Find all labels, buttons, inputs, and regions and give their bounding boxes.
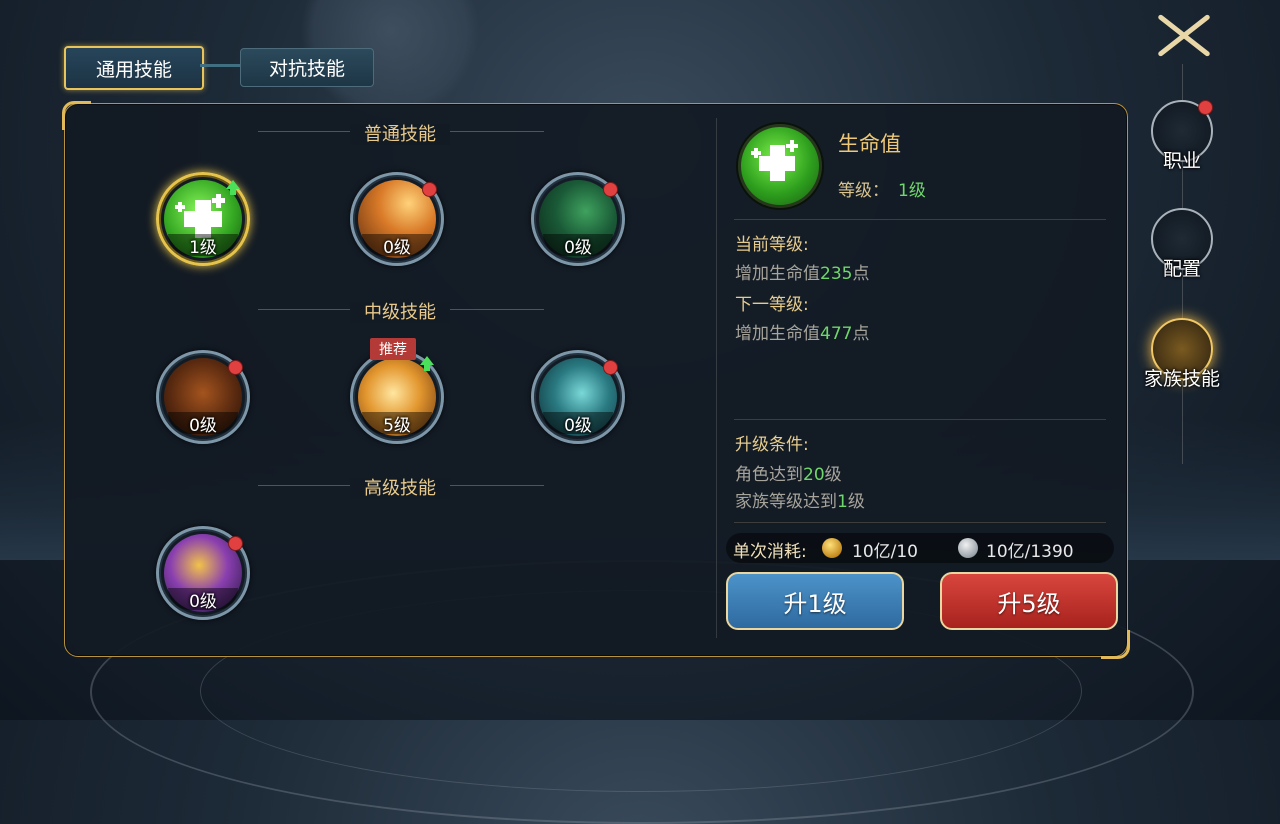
recommended-tag: 推荐 bbox=[370, 338, 416, 360]
current-level-effect: 增加生命值235点 bbox=[735, 264, 870, 284]
tab-connector bbox=[200, 64, 242, 67]
condition-role-level: 角色达到20级 bbox=[735, 465, 842, 485]
upgrade-arrow-icon bbox=[226, 180, 240, 195]
section-title-high: 高级技能 bbox=[250, 474, 550, 500]
detail-divider bbox=[734, 522, 1106, 523]
current-level-label: 当前等级: bbox=[735, 235, 809, 255]
skill-life-value[interactable]: 1级 bbox=[156, 172, 250, 266]
upgrade-condition-label: 升级条件: bbox=[735, 435, 809, 455]
skill-level: 5级 bbox=[383, 416, 411, 436]
next-level-effect: 增加生命值477点 bbox=[735, 324, 870, 344]
side-item-family-skills[interactable]: 家族技能 bbox=[1144, 318, 1220, 407]
skill-level: 1级 bbox=[189, 238, 217, 258]
upgrade-5-button[interactable]: 升5级 bbox=[940, 572, 1118, 630]
side-item-config[interactable]: 配置 bbox=[1150, 208, 1214, 297]
tab-pvp-skills[interactable]: 对抗技能 bbox=[240, 48, 374, 87]
gold-medal-icon bbox=[822, 538, 842, 558]
silver-coin-icon bbox=[958, 538, 978, 558]
skill-body[interactable]: 0级 bbox=[156, 350, 250, 444]
skill-name: 生命值 bbox=[838, 132, 901, 156]
side-item-job[interactable]: 职业 bbox=[1150, 100, 1214, 189]
silver-cost: 10亿/1390 bbox=[986, 542, 1074, 562]
red-dot-badge bbox=[422, 182, 437, 197]
red-dot-badge bbox=[228, 536, 243, 551]
skill-strength[interactable]: 5级 bbox=[350, 350, 444, 444]
skill-level-value: 1级 bbox=[898, 181, 926, 201]
skill-level: 0级 bbox=[383, 238, 411, 258]
condition-family-level: 家族等级达到1级 bbox=[735, 492, 865, 512]
skill-slash[interactable]: 0级 bbox=[156, 526, 250, 620]
detail-divider bbox=[734, 219, 1106, 220]
upgrade-1-button[interactable]: 升1级 bbox=[726, 572, 904, 630]
detail-divider bbox=[734, 419, 1106, 420]
close-icon[interactable] bbox=[1152, 10, 1214, 60]
next-level-label: 下一等级: bbox=[735, 295, 809, 315]
section-title-mid: 中级技能 bbox=[250, 298, 550, 324]
skill-dash[interactable]: 0级 bbox=[531, 350, 625, 444]
skill-music[interactable]: 0级 bbox=[531, 172, 625, 266]
side-item-label: 配置 bbox=[1162, 258, 1201, 280]
section-title-normal: 普通技能 bbox=[250, 120, 550, 146]
side-item-label: 职业 bbox=[1162, 150, 1201, 172]
red-dot-badge bbox=[603, 182, 618, 197]
skill-level-label: 等级： bbox=[838, 181, 889, 201]
tab-general-skills[interactable]: 通用技能 bbox=[64, 46, 204, 90]
skill-level: 0级 bbox=[564, 416, 592, 436]
upgrade-arrow-icon bbox=[420, 356, 434, 371]
skill-level: 0级 bbox=[189, 592, 217, 612]
panel-divider bbox=[716, 118, 717, 638]
cost-label: 单次消耗: bbox=[733, 542, 807, 562]
side-item-label: 家族技能 bbox=[1143, 368, 1220, 390]
selected-skill-icon bbox=[738, 124, 822, 208]
red-dot-badge bbox=[1198, 100, 1213, 115]
skill-level: 0级 bbox=[564, 238, 592, 258]
gold-cost: 10亿/10 bbox=[852, 542, 918, 562]
red-dot-badge bbox=[603, 360, 618, 375]
red-dot-badge bbox=[228, 360, 243, 375]
skill-level: 0级 bbox=[189, 416, 217, 436]
skill-strike[interactable]: 0级 bbox=[350, 172, 444, 266]
